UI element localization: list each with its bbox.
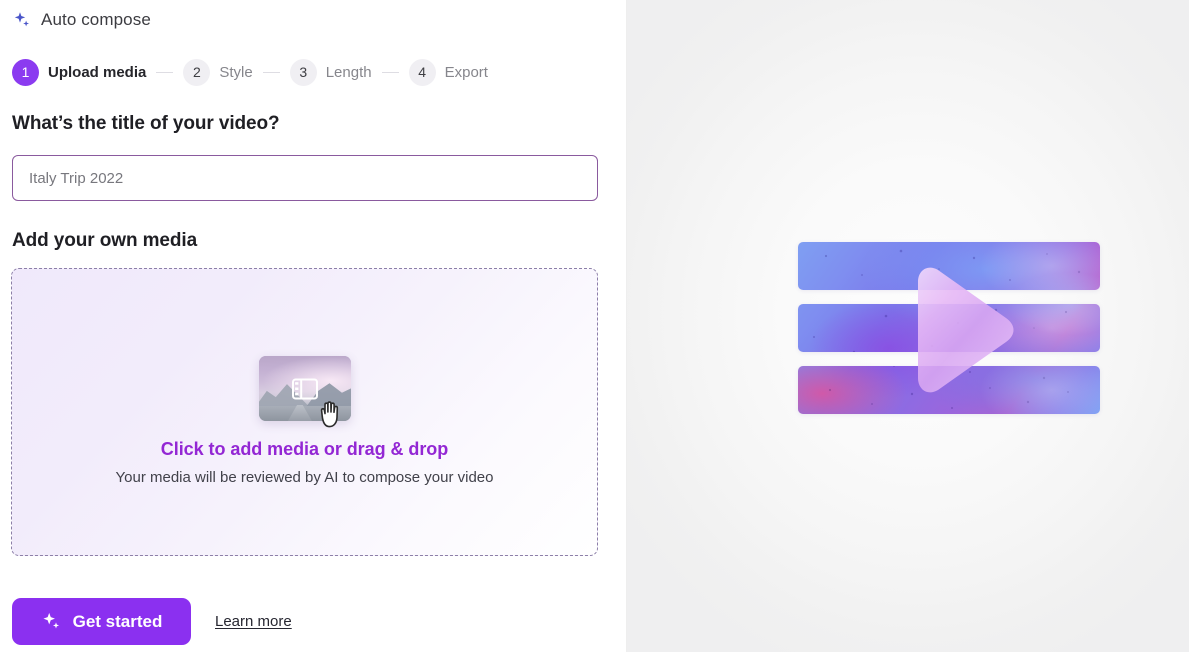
video-title-input[interactable] — [12, 155, 598, 201]
band-glow — [798, 242, 1100, 290]
step-3-number: 3 — [289, 58, 317, 86]
dropzone-primary-text: Click to add media or drag & drop — [160, 439, 449, 459]
step-3-label: Length — [325, 63, 372, 81]
app-title: Auto compose — [41, 10, 151, 29]
auto-compose-screen: Auto compose 1 Upload media 2 Style 3 Le… — [0, 0, 1189, 652]
video-preview[interactable] — [798, 242, 1100, 414]
step-separator — [262, 71, 280, 73]
step-1-number: 1 — [12, 58, 39, 86]
step-separator — [381, 71, 399, 73]
media-thumbnail — [258, 356, 351, 428]
step-2-number: 2 — [183, 58, 211, 86]
grab-hand-cursor-icon — [317, 399, 343, 429]
step-2-style[interactable]: 2 Style — [183, 58, 253, 86]
preview-panel — [626, 0, 1189, 652]
step-1-upload-media[interactable]: 1 Upload media — [12, 58, 147, 86]
film-strip-icon — [291, 378, 318, 400]
get-started-button[interactable]: Get started — [12, 598, 191, 645]
footer-actions: Get started Learn more — [12, 598, 292, 645]
video-title-heading: What’s the title of your video? — [12, 113, 280, 134]
band-glow — [798, 304, 1100, 352]
get-started-label: Get started — [72, 611, 163, 631]
stepper: 1 Upload media 2 Style 3 Length 4 Export — [12, 58, 488, 86]
panel-divider — [626, 0, 627, 652]
app-header: Auto compose — [12, 7, 151, 33]
step-3-length[interactable]: 3 Length — [289, 58, 372, 86]
step-2-label: Style — [219, 63, 253, 81]
left-panel: Auto compose 1 Upload media 2 Style 3 Le… — [0, 0, 626, 652]
preview-band — [798, 242, 1100, 290]
preview-band — [798, 304, 1100, 352]
preview-band — [798, 366, 1100, 414]
step-4-number: 4 — [408, 58, 436, 86]
step-1-label: Upload media — [48, 63, 147, 81]
step-4-export[interactable]: 4 Export — [408, 58, 488, 86]
sparkle-icon — [12, 10, 32, 30]
sparkle-icon — [41, 611, 62, 632]
step-separator — [156, 71, 174, 73]
band-glow — [798, 366, 1100, 414]
add-media-heading: Add your own media — [12, 230, 198, 251]
dropzone-secondary-text: Your media will be reviewed by AI to com… — [115, 469, 494, 486]
learn-more-link[interactable]: Learn more — [215, 613, 292, 630]
media-dropzone[interactable]: Click to add media or drag & drop Your m… — [11, 268, 598, 556]
step-4-label: Export — [444, 63, 488, 81]
